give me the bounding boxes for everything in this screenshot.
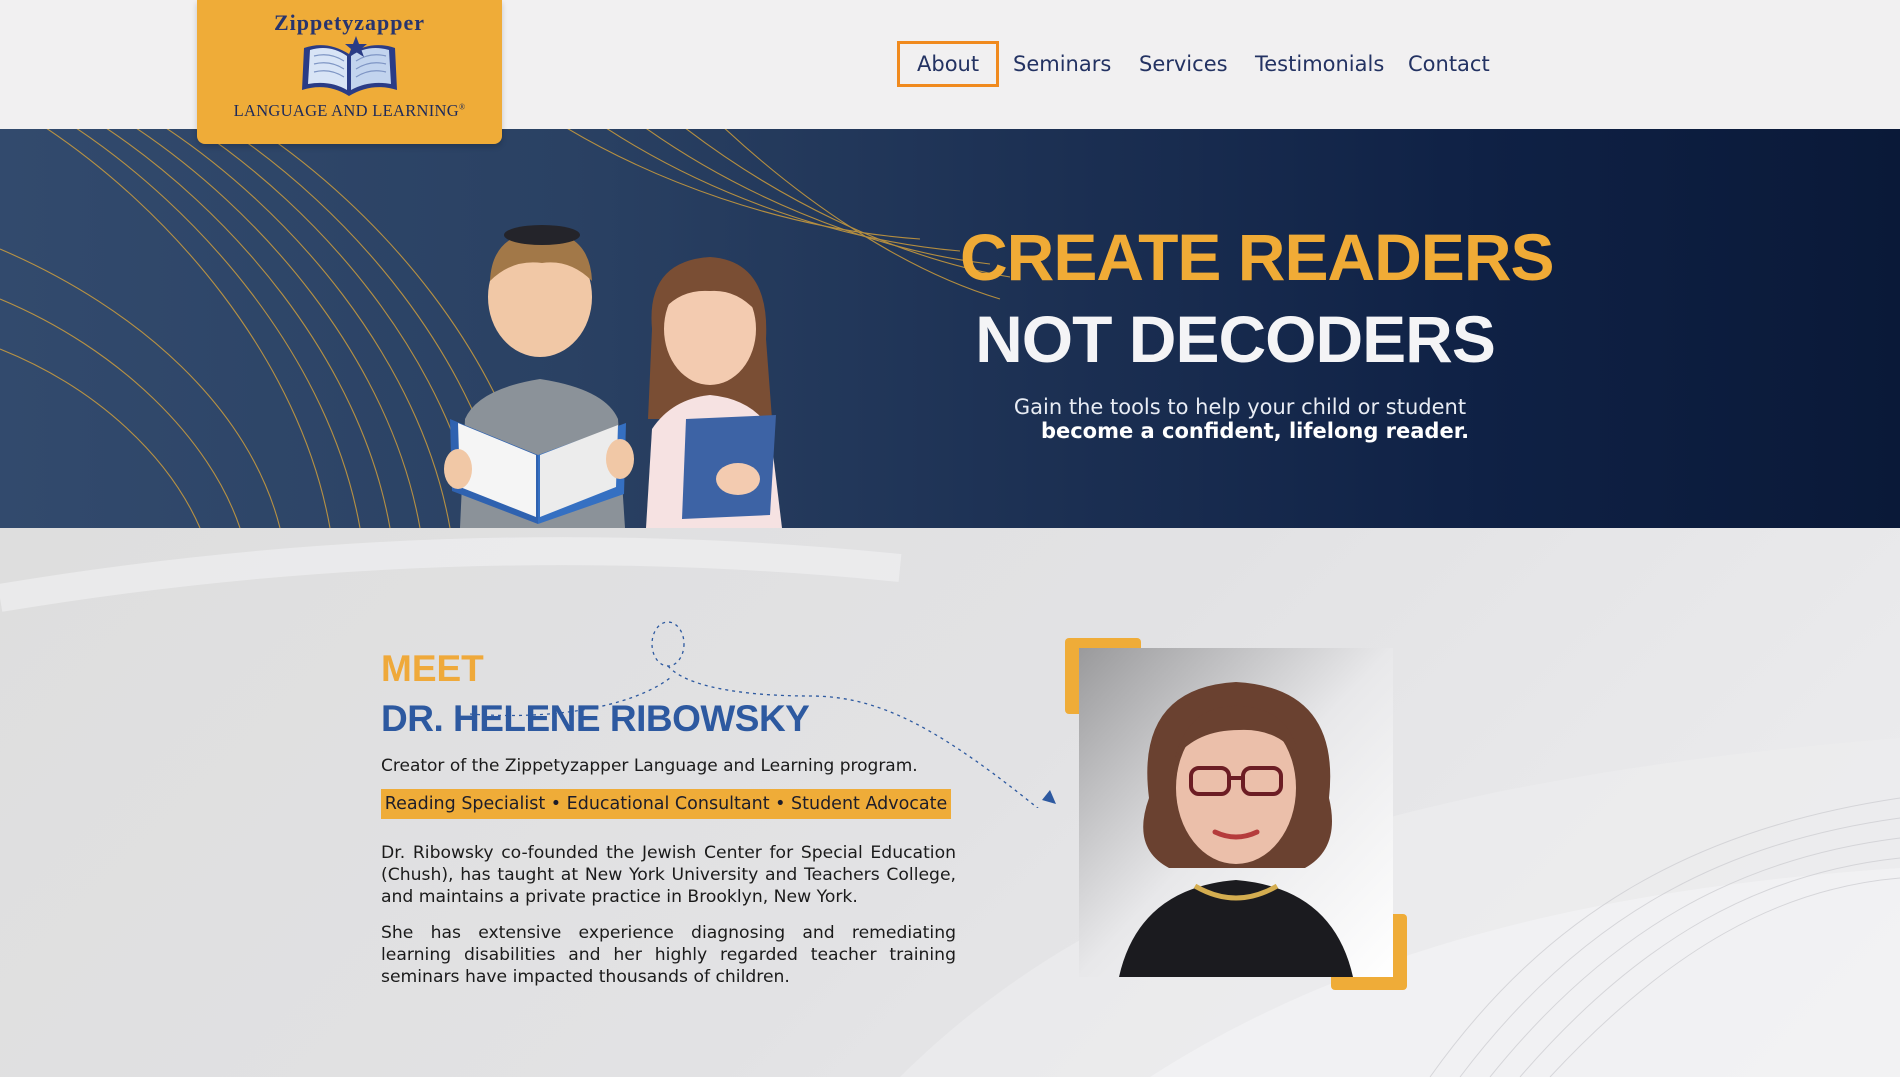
bio-paragraph-2: She has extensive experience diagnosing …	[381, 923, 956, 987]
site-header: Zippetyzapper LANGUAGE AND LEARNING® Abo…	[0, 0, 1900, 144]
about-section: MEET DR. HELENE RIBOWSKY Creator of the …	[0, 528, 1900, 1077]
nav-link-seminars[interactable]: Seminars	[1013, 52, 1111, 76]
hero-headline-line1: CREATE READERS	[960, 220, 1555, 294]
nav-item-testimonials[interactable]: Testimonials	[1255, 41, 1384, 87]
open-book-icon	[302, 36, 397, 96]
bio-paragraph-1: Dr. Ribowsky co-founded the Jewish Cente…	[381, 843, 956, 907]
nav-item-seminars[interactable]: Seminars	[1013, 41, 1111, 87]
hero-headline-line2: NOT DECODERS	[975, 302, 1496, 376]
nav-item-about[interactable]: About	[897, 41, 1000, 87]
hero-subtext-line2: become a confident, lifelong reader.	[1040, 419, 1470, 443]
nav-link-about[interactable]: About	[917, 44, 979, 84]
nav-item-services[interactable]: Services	[1139, 41, 1228, 87]
portrait-photo	[1079, 648, 1393, 977]
portrait-frame	[1065, 638, 1407, 990]
portrait-image	[1079, 648, 1393, 977]
nav-link-services[interactable]: Services	[1139, 52, 1228, 76]
roles-banner: Reading Specialist • Educational Consult…	[381, 789, 951, 819]
section-eyebrow: MEET	[381, 648, 484, 689]
person-name: DR. HELENE RIBOWSKY	[381, 698, 810, 739]
children-reading-illustration	[444, 225, 782, 528]
nav-link-contact[interactable]: Contact	[1408, 52, 1490, 76]
hero-banner: CREATE READERS NOT DECODERS Gain the too…	[0, 129, 1900, 528]
creator-line: Creator of the Zippetyzapper Language an…	[381, 756, 918, 776]
logo-tagline: LANGUAGE AND LEARNING®	[233, 101, 466, 120]
nav-item-contact[interactable]: Contact	[1408, 41, 1490, 87]
logo[interactable]: Zippetyzapper LANGUAGE AND LEARNING®	[197, 0, 502, 144]
nav-link-testimonials[interactable]: Testimonials	[1255, 52, 1384, 76]
hero-subtext-line1: Gain the tools to help your child or stu…	[1013, 395, 1467, 419]
decorative-gold-lines	[0, 129, 1011, 528]
